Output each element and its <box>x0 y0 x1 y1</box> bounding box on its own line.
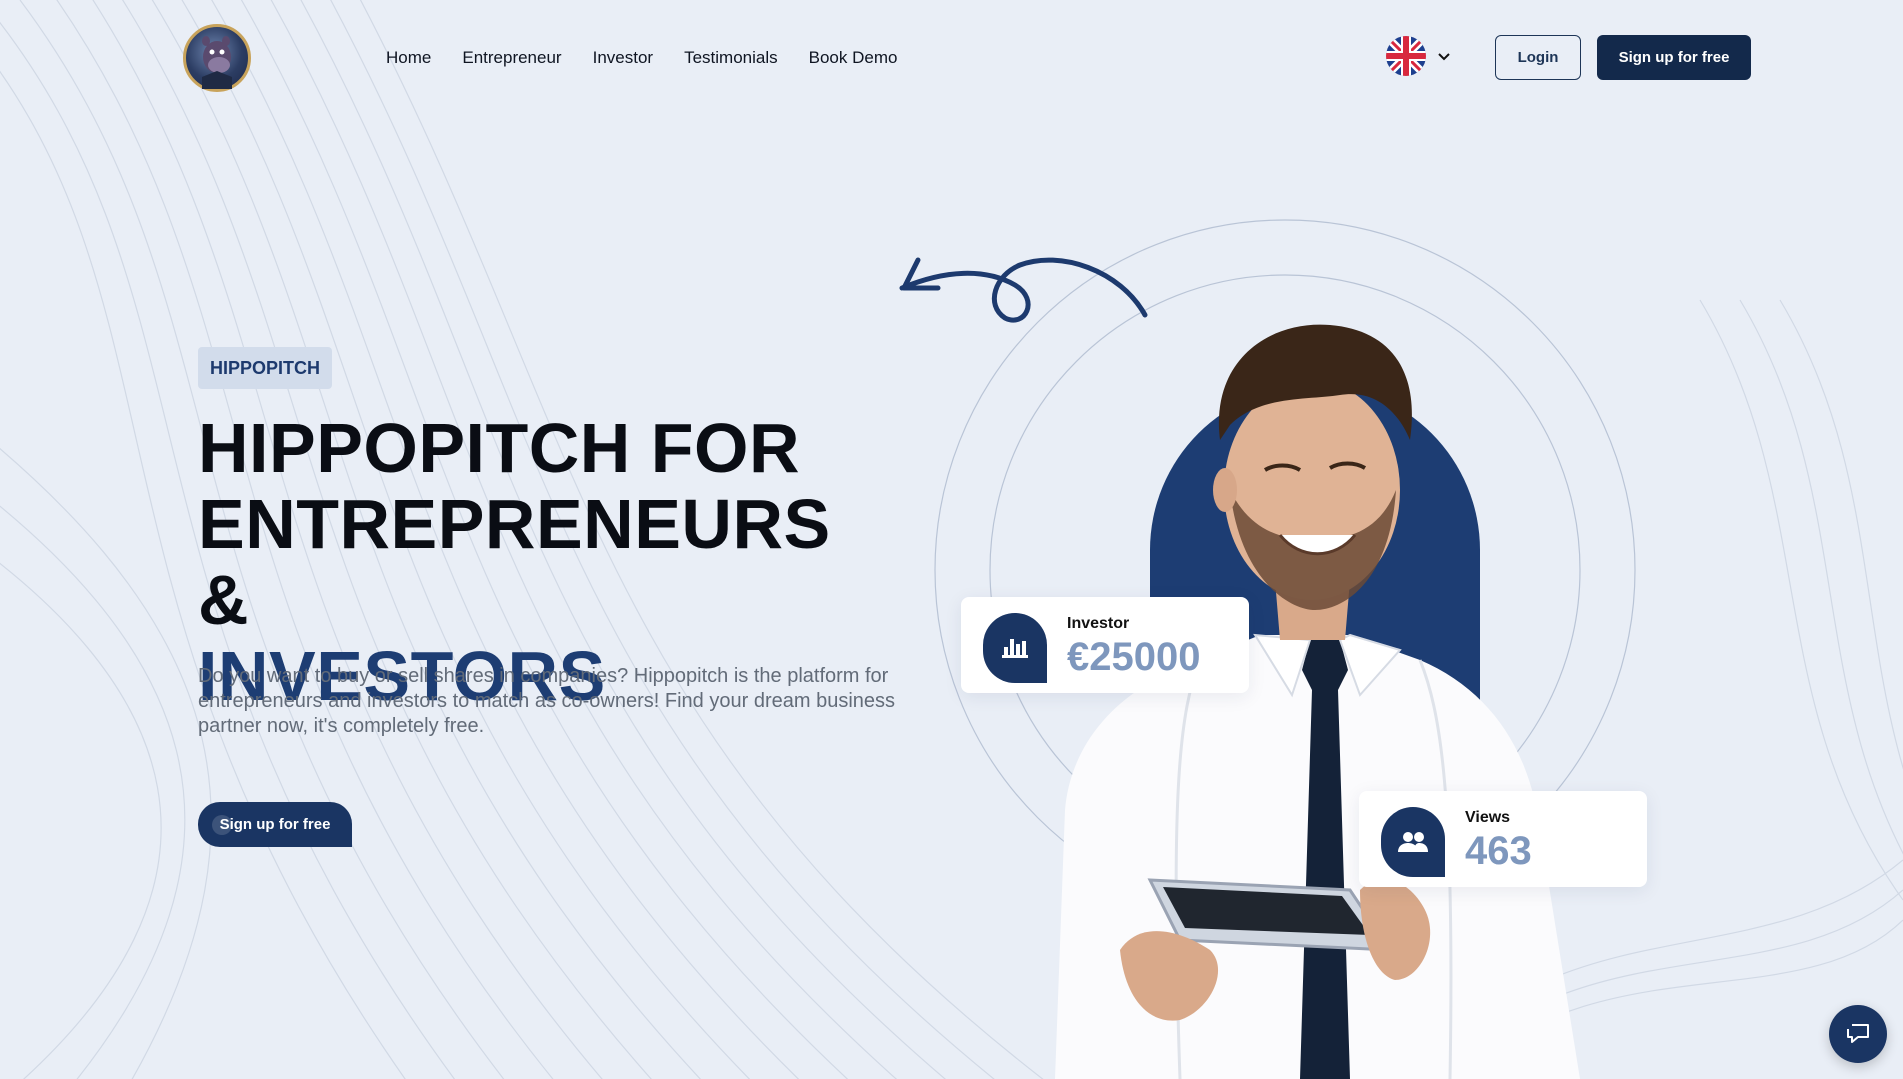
login-button[interactable]: Login <box>1495 35 1581 80</box>
investor-value: €25000 <box>1067 635 1201 679</box>
button-dot <box>212 815 232 835</box>
nav-investor[interactable]: Investor <box>593 47 653 69</box>
signup-hero-label: Sign up for free <box>219 816 331 833</box>
views-icon-badge <box>1381 807 1445 877</box>
chat-icon <box>1847 1024 1869 1043</box>
nav-book-demo[interactable]: Book Demo <box>809 47 898 69</box>
hero-badge: HIPPOPITCH <box>198 347 333 389</box>
nav-home[interactable]: Home <box>386 47 431 69</box>
headline-line-2: ENTREPRENEURS & <box>198 485 831 639</box>
language-selector[interactable] <box>1386 36 1456 76</box>
bar-chart-icon <box>1002 639 1028 658</box>
signup-button-hero[interactable]: Sign up for free <box>198 802 352 847</box>
uk-flag-icon <box>1386 36 1426 76</box>
site-header: Home Entrepreneur Investor Testimonials … <box>0 0 1903 116</box>
views-stat-card: Views 463 <box>1359 791 1647 887</box>
signup-button-header[interactable]: Sign up for free <box>1597 35 1751 80</box>
curved-arrow-icon <box>899 257 1148 323</box>
headline-line-1: HIPPOPITCH FOR <box>198 409 801 487</box>
nav-entrepreneur[interactable]: Entrepreneur <box>462 47 561 69</box>
views-value: 463 <box>1465 829 1532 873</box>
views-label: Views <box>1465 809 1511 826</box>
investor-label: Investor <box>1067 615 1130 632</box>
hero-description: Do you want to buy or sell shares in com… <box>198 665 896 737</box>
chevron-down-icon <box>1438 53 1450 61</box>
users-icon <box>1398 832 1428 852</box>
investor-icon-badge <box>983 613 1047 683</box>
hippo-logo[interactable] <box>183 24 251 92</box>
nav-testimonials[interactable]: Testimonials <box>684 47 778 69</box>
investor-stat-card: Investor €25000 <box>961 597 1249 693</box>
chat-button[interactable] <box>1829 1005 1887 1063</box>
main-nav: Home Entrepreneur Investor Testimonials … <box>386 47 897 69</box>
